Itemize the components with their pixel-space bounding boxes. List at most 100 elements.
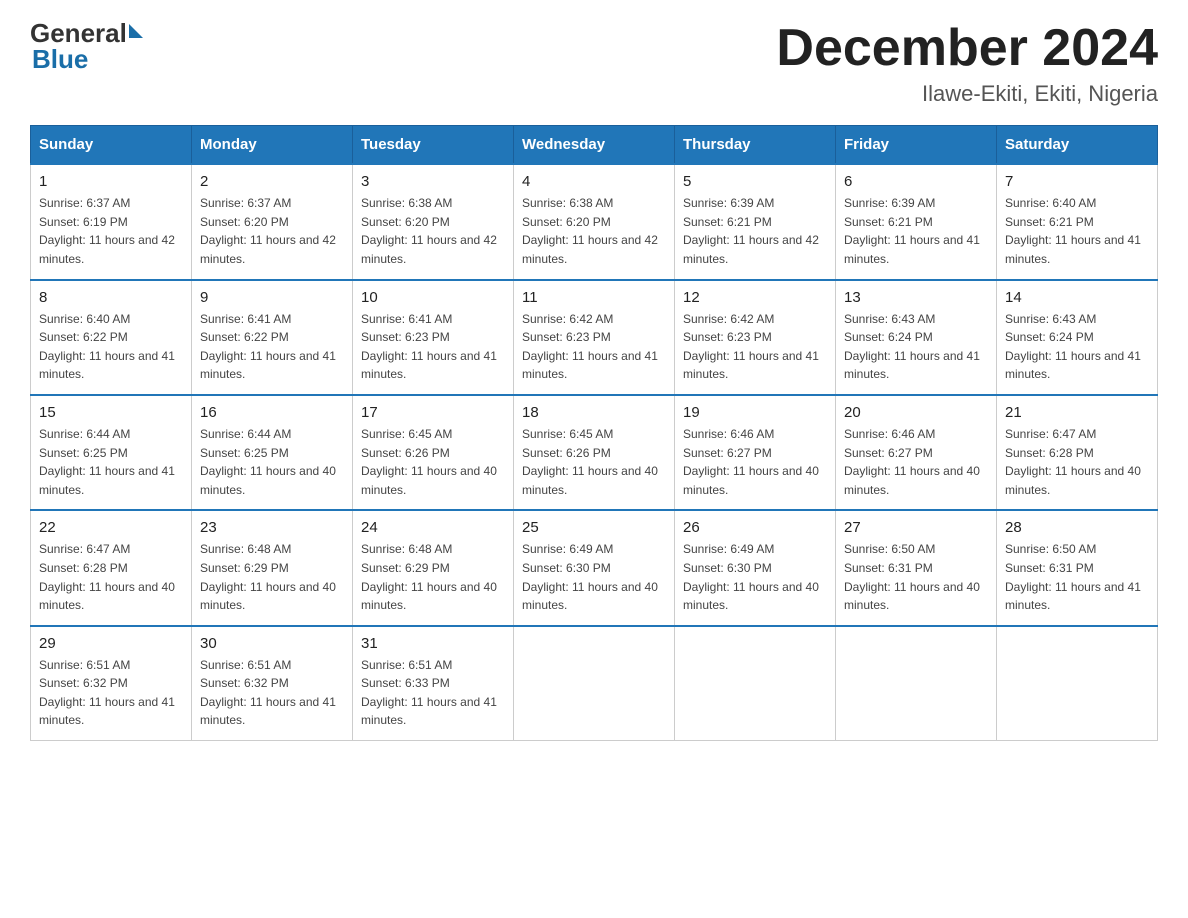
day-number: 3 <box>361 173 505 190</box>
calendar-day-cell: 7 Sunrise: 6:40 AMSunset: 6:21 PMDaylight… <box>997 164 1158 279</box>
calendar-day-cell: 17 Sunrise: 6:45 AMSunset: 6:26 PMDayligh… <box>353 395 514 510</box>
day-number: 7 <box>1005 173 1149 190</box>
calendar-day-cell: 26Sunrise: 6:49 AMSunset: 6:30 PMDayligh… <box>675 510 836 625</box>
day-info: Sunrise: 6:49 AMSunset: 6:30 PMDaylight:… <box>522 542 658 612</box>
main-title: December 2024 <box>776 20 1158 77</box>
day-number: 20 <box>844 404 988 421</box>
calendar-day-header: Saturday <box>997 126 1158 165</box>
calendar-day-cell: 19 Sunrise: 6:46 AMSunset: 6:27 PMDayligh… <box>675 395 836 510</box>
calendar-day-cell: 16 Sunrise: 6:44 AMSunset: 6:25 PMDayligh… <box>192 395 353 510</box>
day-number: 15 <box>39 404 183 421</box>
day-number: 22 <box>39 519 183 536</box>
calendar-week-row: 1 Sunrise: 6:37 AMSunset: 6:19 PMDaylight… <box>31 164 1158 279</box>
day-number: 30 <box>200 635 344 652</box>
calendar-day-cell: 13Sunrise: 6:43 AMSunset: 6:24 PMDayligh… <box>836 280 997 395</box>
calendar-day-cell: 27 Sunrise: 6:50 AMSunset: 6:31 PMDayligh… <box>836 510 997 625</box>
day-number: 29 <box>39 635 183 652</box>
day-info: Sunrise: 6:46 AMSunset: 6:27 PMDaylight:… <box>844 427 980 497</box>
calendar-day-cell <box>514 626 675 741</box>
calendar-week-row: 8 Sunrise: 6:40 AMSunset: 6:22 PMDaylight… <box>31 280 1158 395</box>
day-number: 2 <box>200 173 344 190</box>
day-info: Sunrise: 6:45 AMSunset: 6:26 PMDaylight:… <box>361 427 497 497</box>
day-info: Sunrise: 6:46 AMSunset: 6:27 PMDaylight:… <box>683 427 819 497</box>
location-subtitle: Ilawe-Ekiti, Ekiti, Nigeria <box>776 81 1158 107</box>
day-info: Sunrise: 6:50 AMSunset: 6:31 PMDaylight:… <box>1005 542 1141 612</box>
calendar-day-cell: 25 Sunrise: 6:49 AMSunset: 6:30 PMDayligh… <box>514 510 675 625</box>
calendar-day-cell: 8 Sunrise: 6:40 AMSunset: 6:22 PMDaylight… <box>31 280 192 395</box>
day-info: Sunrise: 6:48 AMSunset: 6:29 PMDaylight:… <box>361 542 497 612</box>
calendar-day-cell: 9 Sunrise: 6:41 AMSunset: 6:22 PMDaylight… <box>192 280 353 395</box>
day-info: Sunrise: 6:44 AMSunset: 6:25 PMDaylight:… <box>39 427 175 497</box>
day-info: Sunrise: 6:42 AMSunset: 6:23 PMDaylight:… <box>683 312 819 382</box>
calendar-day-cell <box>836 626 997 741</box>
day-info: Sunrise: 6:38 AMSunset: 6:20 PMDaylight:… <box>522 196 658 266</box>
calendar-week-row: 29 Sunrise: 6:51 AMSunset: 6:32 PMDayligh… <box>31 626 1158 741</box>
calendar-day-cell: 22 Sunrise: 6:47 AMSunset: 6:28 PMDayligh… <box>31 510 192 625</box>
calendar-day-cell: 4Sunrise: 6:38 AMSunset: 6:20 PMDaylight… <box>514 164 675 279</box>
day-info: Sunrise: 6:43 AMSunset: 6:24 PMDaylight:… <box>844 312 980 382</box>
calendar-day-header: Friday <box>836 126 997 165</box>
day-number: 27 <box>844 519 988 536</box>
calendar-day-cell: 14Sunrise: 6:43 AMSunset: 6:24 PMDayligh… <box>997 280 1158 395</box>
day-info: Sunrise: 6:42 AMSunset: 6:23 PMDaylight:… <box>522 312 658 382</box>
calendar-day-cell: 18Sunrise: 6:45 AMSunset: 6:26 PMDayligh… <box>514 395 675 510</box>
calendar-day-cell: 29 Sunrise: 6:51 AMSunset: 6:32 PMDayligh… <box>31 626 192 741</box>
day-number: 1 <box>39 173 183 190</box>
day-number: 21 <box>1005 404 1149 421</box>
day-number: 8 <box>39 289 183 306</box>
calendar-day-cell: 5 Sunrise: 6:39 AMSunset: 6:21 PMDaylight… <box>675 164 836 279</box>
day-info: Sunrise: 6:48 AMSunset: 6:29 PMDaylight:… <box>200 542 336 612</box>
day-number: 16 <box>200 404 344 421</box>
calendar-day-header: Sunday <box>31 126 192 165</box>
logo-blue-text: Blue <box>32 46 88 72</box>
calendar-day-cell: 12Sunrise: 6:42 AMSunset: 6:23 PMDayligh… <box>675 280 836 395</box>
day-number: 19 <box>683 404 827 421</box>
day-number: 18 <box>522 404 666 421</box>
calendar-day-cell: 10 Sunrise: 6:41 AMSunset: 6:23 PMDayligh… <box>353 280 514 395</box>
calendar-day-cell: 20 Sunrise: 6:46 AMSunset: 6:27 PMDayligh… <box>836 395 997 510</box>
day-info: Sunrise: 6:51 AMSunset: 6:32 PMDaylight:… <box>39 658 175 728</box>
day-number: 31 <box>361 635 505 652</box>
calendar-day-cell: 31Sunrise: 6:51 AMSunset: 6:33 PMDayligh… <box>353 626 514 741</box>
day-number: 10 <box>361 289 505 306</box>
calendar-day-cell: 11Sunrise: 6:42 AMSunset: 6:23 PMDayligh… <box>514 280 675 395</box>
calendar-day-cell: 3 Sunrise: 6:38 AMSunset: 6:20 PMDaylight… <box>353 164 514 279</box>
day-number: 6 <box>844 173 988 190</box>
calendar-day-cell: 1 Sunrise: 6:37 AMSunset: 6:19 PMDaylight… <box>31 164 192 279</box>
calendar-day-cell: 30Sunrise: 6:51 AMSunset: 6:32 PMDayligh… <box>192 626 353 741</box>
logo-arrow-icon <box>129 24 143 38</box>
calendar-day-cell: 28Sunrise: 6:50 AMSunset: 6:31 PMDayligh… <box>997 510 1158 625</box>
page-header: General Blue December 2024 Ilawe-Ekiti, … <box>30 20 1158 107</box>
calendar-day-cell: 15 Sunrise: 6:44 AMSunset: 6:25 PMDayligh… <box>31 395 192 510</box>
day-number: 17 <box>361 404 505 421</box>
calendar-day-header: Monday <box>192 126 353 165</box>
calendar-table: SundayMondayTuesdayWednesdayThursdayFrid… <box>30 125 1158 741</box>
day-info: Sunrise: 6:44 AMSunset: 6:25 PMDaylight:… <box>200 427 336 497</box>
day-info: Sunrise: 6:49 AMSunset: 6:30 PMDaylight:… <box>683 542 819 612</box>
day-info: Sunrise: 6:50 AMSunset: 6:31 PMDaylight:… <box>844 542 980 612</box>
calendar-day-cell: 23Sunrise: 6:48 AMSunset: 6:29 PMDayligh… <box>192 510 353 625</box>
calendar-day-header: Wednesday <box>514 126 675 165</box>
day-info: Sunrise: 6:40 AMSunset: 6:22 PMDaylight:… <box>39 312 175 382</box>
day-number: 25 <box>522 519 666 536</box>
calendar-header-row: SundayMondayTuesdayWednesdayThursdayFrid… <box>31 126 1158 165</box>
day-info: Sunrise: 6:47 AMSunset: 6:28 PMDaylight:… <box>39 542 175 612</box>
day-number: 5 <box>683 173 827 190</box>
day-info: Sunrise: 6:40 AMSunset: 6:21 PMDaylight:… <box>1005 196 1141 266</box>
logo: General Blue <box>30 20 143 72</box>
day-info: Sunrise: 6:47 AMSunset: 6:28 PMDaylight:… <box>1005 427 1141 497</box>
day-info: Sunrise: 6:41 AMSunset: 6:23 PMDaylight:… <box>361 312 497 382</box>
calendar-day-header: Thursday <box>675 126 836 165</box>
day-info: Sunrise: 6:37 AMSunset: 6:19 PMDaylight:… <box>39 196 175 266</box>
day-number: 24 <box>361 519 505 536</box>
calendar-week-row: 22 Sunrise: 6:47 AMSunset: 6:28 PMDayligh… <box>31 510 1158 625</box>
title-section: December 2024 Ilawe-Ekiti, Ekiti, Nigeri… <box>776 20 1158 107</box>
calendar-day-cell <box>675 626 836 741</box>
day-info: Sunrise: 6:38 AMSunset: 6:20 PMDaylight:… <box>361 196 497 266</box>
day-info: Sunrise: 6:39 AMSunset: 6:21 PMDaylight:… <box>683 196 819 266</box>
calendar-week-row: 15 Sunrise: 6:44 AMSunset: 6:25 PMDayligh… <box>31 395 1158 510</box>
day-info: Sunrise: 6:41 AMSunset: 6:22 PMDaylight:… <box>200 312 336 382</box>
calendar-day-cell: 21 Sunrise: 6:47 AMSunset: 6:28 PMDayligh… <box>997 395 1158 510</box>
day-number: 9 <box>200 289 344 306</box>
logo-general-text: General <box>30 20 127 46</box>
